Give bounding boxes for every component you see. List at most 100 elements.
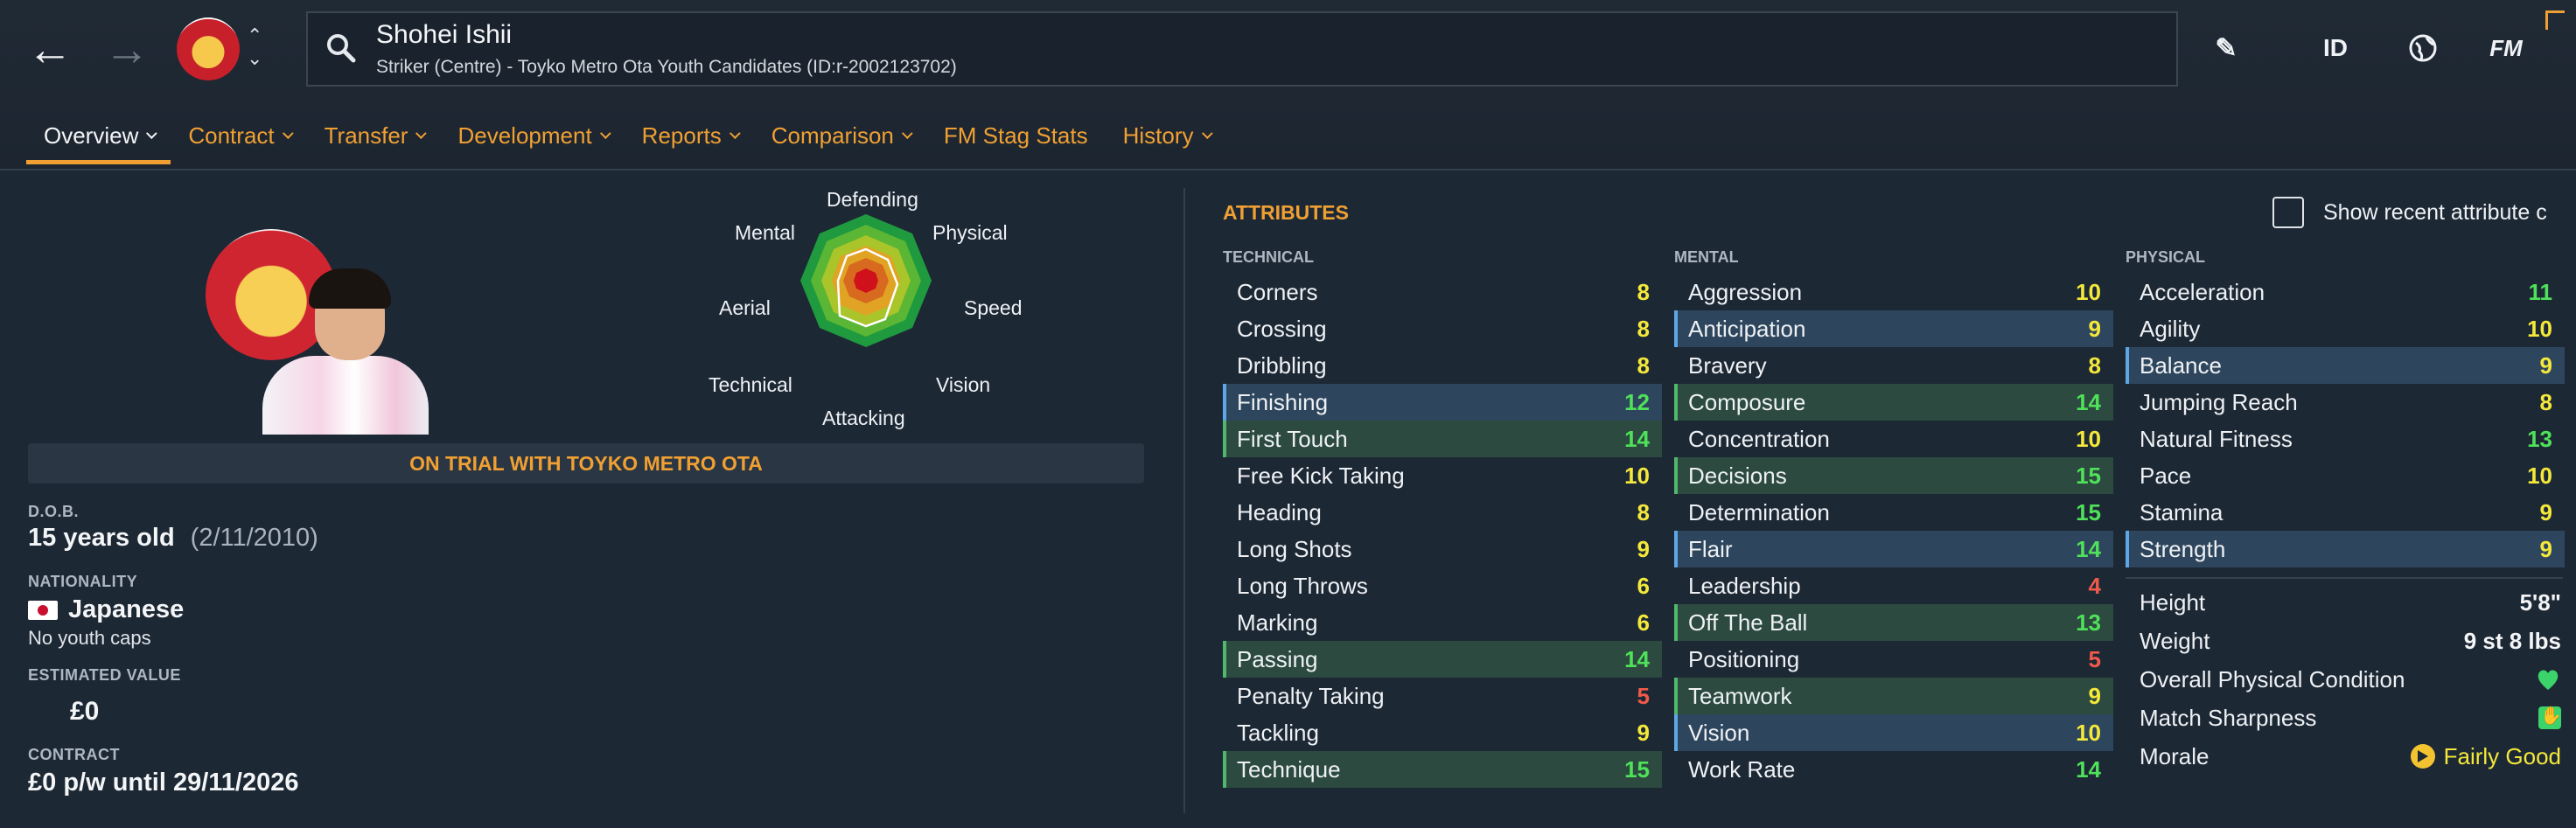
attributes-title: ATTRIBUTES bbox=[1223, 201, 1349, 224]
nationality-label: NATIONALITY bbox=[28, 573, 138, 590]
attribute-row[interactable]: Vision 10 bbox=[1674, 714, 2113, 751]
attribute-row[interactable]: Anticipation 9 bbox=[1674, 310, 2113, 347]
contract-value[interactable]: £0 p/w until 29/11/2026 bbox=[28, 769, 299, 797]
attribute-row[interactable]: Penalty Taking 5 bbox=[1223, 678, 1662, 714]
globe-icon[interactable] bbox=[2397, 26, 2449, 70]
attribute-name: Concentration bbox=[1688, 425, 1830, 452]
attribute-radar: Defending Physical Speed Vision Attackin… bbox=[691, 188, 1041, 429]
id-toggle[interactable]: ID bbox=[2309, 26, 2362, 70]
attribute-name: Positioning bbox=[1688, 645, 1800, 672]
attribute-row[interactable]: Long Throws 6 bbox=[1223, 567, 1662, 604]
attribute-row[interactable]: Passing 14 bbox=[1223, 641, 1662, 678]
attribute-value: 10 bbox=[2527, 315, 2552, 342]
attribute-row[interactable]: Heading 8 bbox=[1223, 494, 1662, 531]
attribute-name: Off The Ball bbox=[1688, 609, 1808, 636]
attribute-row[interactable]: Crossing 8 bbox=[1223, 310, 1662, 347]
attribute-value: 8 bbox=[2088, 351, 2101, 379]
attribute-value: 14 bbox=[2076, 755, 2101, 783]
attribute-row[interactable]: Dribbling 8 bbox=[1223, 347, 1662, 384]
attribute-row[interactable]: Finishing 12 bbox=[1223, 384, 1662, 421]
attribute-row[interactable]: Positioning 5 bbox=[1674, 641, 2113, 678]
dob-date: (2/11/2010) bbox=[190, 524, 318, 552]
attribute-row[interactable]: Technique 15 bbox=[1223, 751, 1662, 788]
player-search-box[interactable]: Shohei Ishii Striker (Centre) - Toyko Me… bbox=[306, 11, 2178, 87]
attribute-value: 9 bbox=[2539, 498, 2552, 525]
attribute-value: 15 bbox=[2076, 462, 2101, 489]
radar-label-speed: Speed bbox=[964, 296, 1023, 319]
attribute-name: Agility bbox=[2140, 315, 2201, 342]
recent-attributes-toggle[interactable]: Show recent attribute c bbox=[2272, 197, 2547, 228]
back-arrow-icon[interactable]: ← bbox=[19, 19, 80, 80]
portrait-shirt bbox=[262, 356, 429, 435]
attribute-row[interactable]: Long Shots 9 bbox=[1223, 531, 1662, 567]
attribute-row[interactable]: Concentration 10 bbox=[1674, 421, 2113, 457]
tab-overview[interactable]: Overview bbox=[26, 114, 171, 164]
forward-arrow-icon[interactable]: → bbox=[96, 19, 157, 80]
recent-attributes-checkbox[interactable] bbox=[2272, 197, 2304, 228]
attribute-value: 6 bbox=[1637, 609, 1650, 636]
weight-label: Weight bbox=[2140, 627, 2210, 654]
attribute-name: Technique bbox=[1237, 755, 1341, 783]
attribute-value: 14 bbox=[1624, 645, 1650, 672]
nationality-value[interactable]: Japanese bbox=[28, 595, 184, 624]
attribute-row[interactable]: Teamwork 9 bbox=[1674, 678, 2113, 714]
attribute-row[interactable]: Flair 14 bbox=[1674, 531, 2113, 567]
attribute-row[interactable]: Leadership 4 bbox=[1674, 567, 2113, 604]
attribute-row[interactable]: First Touch 14 bbox=[1223, 421, 1662, 457]
attribute-row[interactable]: Composure 14 bbox=[1674, 384, 2113, 421]
attribute-row[interactable]: Pace 10 bbox=[2126, 457, 2565, 494]
japan-flag-icon bbox=[28, 601, 58, 621]
attribute-row[interactable]: Off The Ball 13 bbox=[1674, 604, 2113, 641]
attribute-row[interactable]: Agility 10 bbox=[2126, 310, 2565, 347]
attribute-value: 6 bbox=[1637, 572, 1650, 599]
morale-value: Fairly Good bbox=[2410, 742, 2561, 770]
morale-label: Morale bbox=[2140, 742, 2209, 769]
radar-label-defending: Defending bbox=[827, 188, 918, 211]
mental-attributes: Aggression 10 Anticipation 9 Bravery 8 Composu… bbox=[1674, 274, 2113, 788]
tab-development[interactable]: Development bbox=[440, 114, 624, 157]
attribute-row[interactable]: Stamina 9 bbox=[2126, 494, 2565, 531]
profile-tabs: Overview Contract Transfer Development R… bbox=[26, 114, 1226, 164]
height-row: Height 5'8" bbox=[2126, 584, 2563, 621]
physical-details-divider bbox=[2126, 577, 2563, 579]
youth-caps-text: No youth caps bbox=[28, 627, 151, 649]
tab-reports[interactable]: Reports bbox=[625, 114, 754, 157]
tab-contract[interactable]: Contract bbox=[171, 114, 306, 157]
attribute-row[interactable]: Determination 15 bbox=[1674, 494, 2113, 531]
attribute-name: Aggression bbox=[1688, 278, 1803, 305]
attribute-value: 9 bbox=[2539, 351, 2552, 379]
attribute-row[interactable]: Marking 6 bbox=[1223, 604, 1662, 641]
attribute-row[interactable]: Natural Fitness 13 bbox=[2126, 421, 2565, 457]
club-badge[interactable] bbox=[177, 17, 240, 80]
estimated-value-label: ESTIMATED VALUE bbox=[28, 666, 181, 684]
attribute-row[interactable]: Work Rate 14 bbox=[1674, 751, 2113, 788]
attribute-value: 9 bbox=[1637, 535, 1650, 562]
tab-comparison[interactable]: Comparison bbox=[754, 114, 926, 157]
club-switch-chevrons-icon[interactable]: ⌃ ⌄ bbox=[247, 24, 262, 70]
attribute-row[interactable]: Tackling 9 bbox=[1223, 714, 1662, 751]
attribute-row[interactable]: Acceleration 11 bbox=[2126, 274, 2565, 310]
fm-menu-logo[interactable]: FM bbox=[2475, 26, 2537, 70]
attribute-name: Determination bbox=[1688, 498, 1830, 525]
heart-icon bbox=[2538, 670, 2559, 690]
edit-pencil-icon[interactable]: ✎ bbox=[2204, 26, 2248, 70]
attribute-row[interactable]: Bravery 8 bbox=[1674, 347, 2113, 384]
attribute-row[interactable]: Decisions 15 bbox=[1674, 457, 2113, 494]
tab-transfer[interactable]: Transfer bbox=[307, 114, 441, 157]
attribute-row[interactable]: Corners 8 bbox=[1223, 274, 1662, 310]
profile-header: ← → ⌃ ⌄ Shohei Ishii Striker (Centre) - T… bbox=[0, 0, 2576, 170]
thumb-icon bbox=[2538, 705, 2562, 729]
attribute-name: Vision bbox=[1688, 719, 1750, 746]
attribute-value: 10 bbox=[2527, 462, 2552, 489]
tab-history[interactable]: History bbox=[1106, 114, 1226, 157]
attribute-value: 10 bbox=[2076, 719, 2101, 746]
attribute-row[interactable]: Jumping Reach 8 bbox=[2126, 384, 2565, 421]
attribute-row[interactable]: Aggression 10 bbox=[1674, 274, 2113, 310]
trial-status-banner: ON TRIAL WITH TOYKO METRO OTA bbox=[28, 443, 1144, 484]
attribute-row[interactable]: Balance 9 bbox=[2126, 347, 2565, 384]
morale-text: Fairly Good bbox=[2443, 742, 2561, 769]
attribute-row[interactable]: Free Kick Taking 10 bbox=[1223, 457, 1662, 494]
tab-fm-stag-stats[interactable]: FM Stag Stats bbox=[926, 114, 1106, 157]
morale-row[interactable]: Morale Fairly Good bbox=[2126, 738, 2563, 775]
attribute-row[interactable]: Strength 9 bbox=[2126, 531, 2565, 567]
